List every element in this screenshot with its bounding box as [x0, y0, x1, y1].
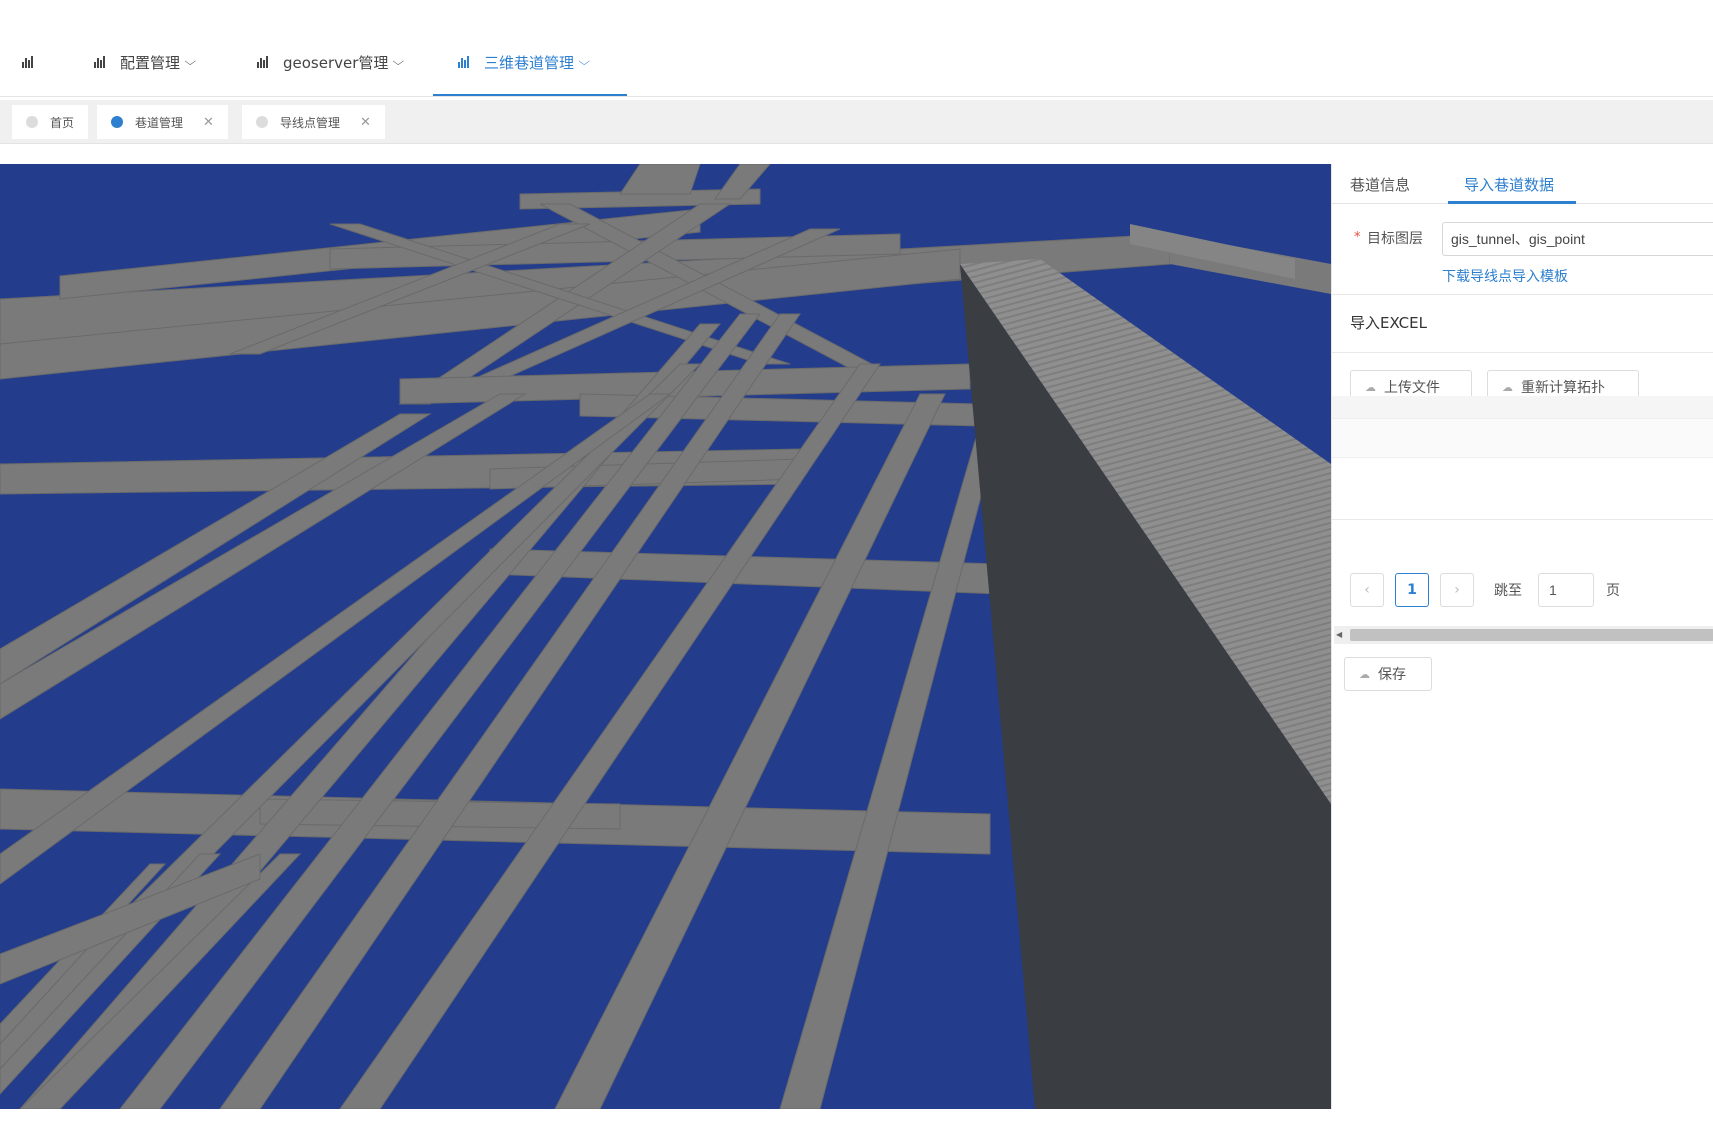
bar-chart-icon: [22, 56, 36, 68]
button-label: 上传文件: [1384, 380, 1440, 396]
divider: [1332, 519, 1713, 520]
cloud-upload-icon: ☁: [1359, 667, 1370, 681]
horizontal-scrollbar[interactable]: ◀: [1334, 626, 1713, 644]
next-page-button[interactable]: ›: [1440, 573, 1474, 607]
tags-bar: 首页 巷道管理 ✕ 导线点管理 ✕: [0, 100, 1713, 144]
tag-dot-icon: [111, 116, 123, 128]
divider: [1332, 352, 1713, 353]
tag-dot-icon: [26, 116, 38, 128]
nav-item-label: 配置管理: [120, 53, 181, 72]
nav-item-geoserver-management[interactable]: geoserver管理 ⌵: [257, 48, 405, 76]
tag-label: 巷道管理: [135, 115, 184, 130]
tag-dot-icon: [256, 116, 268, 128]
nav-item-label: geoserver管理: [283, 53, 389, 72]
chevron-down-icon: ⌵: [184, 55, 197, 68]
chevron-down-icon: ⌵: [578, 55, 591, 68]
3d-scene[interactable]: [0, 164, 1331, 1109]
right-panel: 巷道信息 导入巷道数据 * 目标图层 下载导线点导入模板 导入EXCEL ☁ 上…: [1331, 164, 1713, 1109]
bar-chart-icon: [94, 56, 108, 68]
goto-label: 跳至: [1494, 583, 1522, 599]
bar-chart-icon: [458, 56, 472, 68]
goto-page-input[interactable]: [1538, 573, 1594, 607]
scroll-left-icon[interactable]: ◀: [1336, 630, 1342, 639]
nav-item-config-management[interactable]: 配置管理 ⌵: [94, 48, 197, 76]
nav-item-3d-tunnel-management[interactable]: 三维巷道管理 ⌵: [458, 48, 591, 76]
required-mark: *: [1354, 230, 1361, 245]
target-layer-row: * 目标图层: [1332, 222, 1713, 256]
active-tab-underline: [1448, 201, 1576, 204]
target-layer-label: 目标图层: [1367, 231, 1423, 247]
nav-item-home[interactable]: [22, 48, 48, 76]
chevron-down-icon: ⌵: [392, 55, 405, 68]
tab-import-tunnel-data[interactable]: 导入巷道数据: [1464, 174, 1554, 195]
close-icon[interactable]: ✕: [360, 115, 371, 130]
top-navigation: 配置管理 ⌵ geoserver管理 ⌵ 三维巷道管理 ⌵: [0, 0, 1713, 97]
tag-label: 导线点管理: [280, 115, 341, 130]
target-layer-input[interactable]: [1442, 222, 1713, 256]
tab-tunnel-info[interactable]: 巷道信息: [1350, 174, 1410, 195]
download-template-link[interactable]: 下载导线点导入模板: [1442, 266, 1568, 286]
tag-tunnel-management[interactable]: 巷道管理 ✕: [97, 105, 228, 139]
active-nav-underline: [433, 94, 627, 96]
divider: [1332, 294, 1713, 295]
table-spacer: [1332, 396, 1713, 418]
save-button[interactable]: ☁ 保存: [1344, 657, 1432, 691]
3d-tunnel-viewport[interactable]: [0, 164, 1331, 1109]
cloud-upload-icon: ☁: [1365, 380, 1376, 394]
current-page-button[interactable]: 1: [1395, 573, 1429, 607]
page-suffix: 页: [1606, 583, 1620, 599]
bar-chart-icon: [257, 56, 271, 68]
button-label: 保存: [1378, 667, 1406, 683]
tag-home[interactable]: 首页: [12, 105, 89, 139]
panel-tabs: 巷道信息 导入巷道数据: [1332, 164, 1713, 204]
cloud-upload-icon: ☁: [1502, 380, 1513, 394]
nav-item-label: 三维巷道管理: [484, 53, 575, 72]
tag-label: 首页: [50, 115, 75, 130]
scrollbar-thumb[interactable]: [1350, 629, 1713, 641]
button-label: 重新计算拓扑: [1521, 380, 1605, 396]
close-icon[interactable]: ✕: [203, 115, 214, 130]
prev-page-button[interactable]: ‹: [1350, 573, 1384, 607]
import-excel-title: 导入EXCEL: [1350, 314, 1427, 332]
tag-traverse-point-management[interactable]: 导线点管理 ✕: [242, 105, 385, 139]
table-header: [1332, 418, 1713, 458]
